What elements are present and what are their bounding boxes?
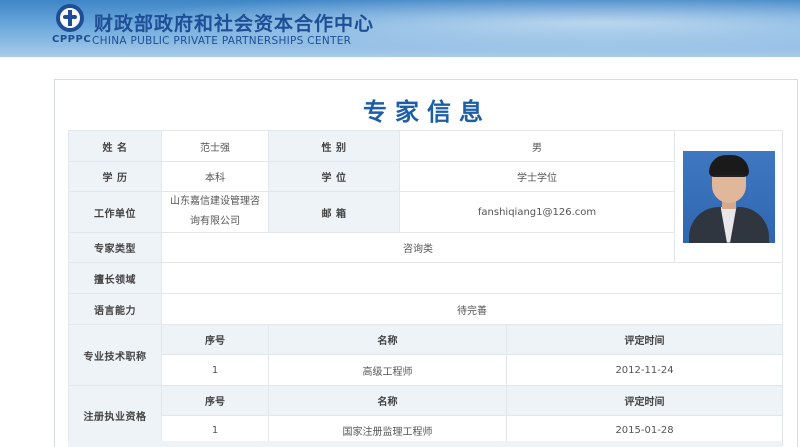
qualifications-col-date: 评定时间 — [506, 385, 783, 416]
email-value[interactable]: fanshiqiang1@126.com — [399, 191, 675, 233]
titles-col-name: 名称 — [268, 324, 507, 355]
qualifications-col-name: 名称 — [268, 385, 507, 416]
table-bottom-strip — [68, 441, 782, 447]
name-label: 姓 名 — [68, 130, 162, 162]
photo-cell — [674, 130, 783, 263]
name-value: 范士强 — [161, 130, 269, 162]
expert-type-label: 专家类型 — [68, 232, 162, 263]
employer-label: 工作单位 — [68, 191, 162, 233]
row-expertise: 擅长领域 — [68, 262, 783, 294]
email-label: 邮 箱 — [268, 191, 400, 233]
row-name-gender: 姓 名 范士强 性 别 男 — [68, 130, 783, 263]
expert-type-value: 咨询类 — [161, 232, 675, 263]
logo-abbreviation: CPPPC — [52, 34, 92, 45]
expertise-value — [161, 262, 783, 294]
employer-value: 山东嘉信建设管理咨询有限公司 — [161, 191, 269, 233]
gender-label: 性 别 — [268, 130, 400, 162]
page-title: 专家信息 — [363, 98, 491, 126]
gender-value: 男 — [399, 130, 675, 162]
education-label: 学 历 — [68, 161, 162, 192]
degree-value: 学士学位 — [399, 161, 675, 192]
qualifications-col-no: 序号 — [161, 385, 269, 416]
center-name-english: CHINA PUBLIC PRIVATE PARTNERSHIPS CENTER — [92, 35, 352, 47]
language-label: 语言能力 — [68, 293, 162, 325]
expert-photo — [682, 150, 775, 243]
site-header: CPPPC 财政部政府和社会资本合作中心 CHINA PUBLIC PRIVAT… — [0, 0, 800, 57]
titles-row-no: 1 — [161, 354, 269, 386]
table-row: 1 高级工程师 2012-11-24 — [69, 354, 783, 386]
language-value: 待完善 — [161, 293, 783, 325]
center-name-chinese[interactable]: 财政部政府和社会资本合作中心 — [94, 9, 374, 36]
titles-col-no: 序号 — [161, 324, 269, 355]
row-language: 语言能力 待完善 — [68, 293, 783, 325]
titles-col-date: 评定时间 — [506, 324, 783, 355]
expert-info-table: 姓 名 范士强 性 别 男 学 历 本科 学 位 学士学位 工作单位 山东嘉信建… — [68, 130, 783, 446]
education-value: 本科 — [161, 161, 269, 192]
qualifications-header-row: 注册执业资格 序号 名称 评定时间 — [68, 385, 783, 446]
titles-row-name: 高级工程师 — [268, 354, 507, 386]
titles-section-label: 专业技术职称 — [68, 324, 162, 386]
cpppc-logo-icon[interactable] — [56, 4, 84, 32]
titles-row-date: 2012-11-24 — [506, 354, 783, 386]
degree-label: 学 位 — [268, 161, 400, 192]
titles-header-row: 专业技术职称 序号 名称 评定时间 — [68, 324, 783, 386]
expertise-label: 擅长领域 — [68, 262, 162, 294]
qualifications-section-label: 注册执业资格 — [68, 385, 162, 446]
